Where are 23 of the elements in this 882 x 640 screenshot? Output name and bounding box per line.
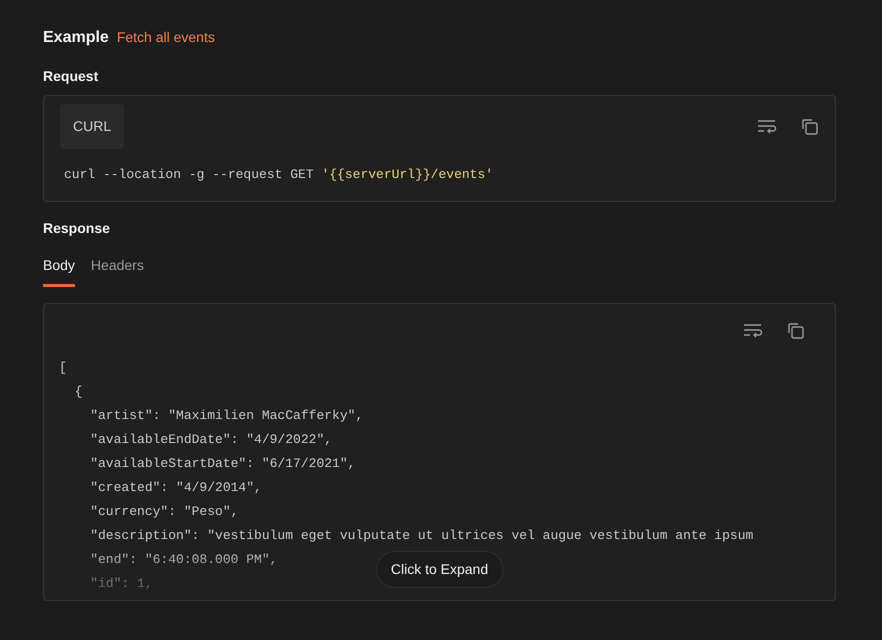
language-tab[interactable]: CURL [60,104,124,149]
code-line: "created": "4/9/2014", [89,478,262,496]
code-line: { [74,382,82,400]
section-heading: Response [43,218,111,238]
copy-icon[interactable] [801,118,819,136]
request-command: curl --location -g --request GET '{{serverUrl}}/events' [63,166,494,184]
code-line: "artist": "Maximilien MacCafferky", [89,406,364,424]
copy-icon[interactable] [787,322,805,340]
wrap-lines-icon[interactable] [757,118,777,134]
example-link[interactable]: Fetch all events [116,27,215,48]
response-tab[interactable]: Body [43,254,75,286]
code-line: "end": "6:40:08.000 PM", [89,550,278,568]
wrap-lines-icon[interactable] [743,322,763,338]
expand-button[interactable]: Click to Expand [376,550,504,588]
code-line: "currency": "Peso", [89,502,238,520]
code-line: "availableEndDate": "4/9/2022", [89,430,332,448]
example-title: Example [43,28,109,48]
code-line: "availableStartDate": "6/17/2021", [89,454,356,472]
code-line: "description": "vestibulum eget vulputate ut ultrices vel augue vestibulum ante ipsum [89,526,754,544]
section-heading: Request [43,67,100,86]
response-tab[interactable]: Headers [90,254,144,286]
code-line: "id": 1, [89,574,153,592]
code-line: [ [59,358,67,376]
